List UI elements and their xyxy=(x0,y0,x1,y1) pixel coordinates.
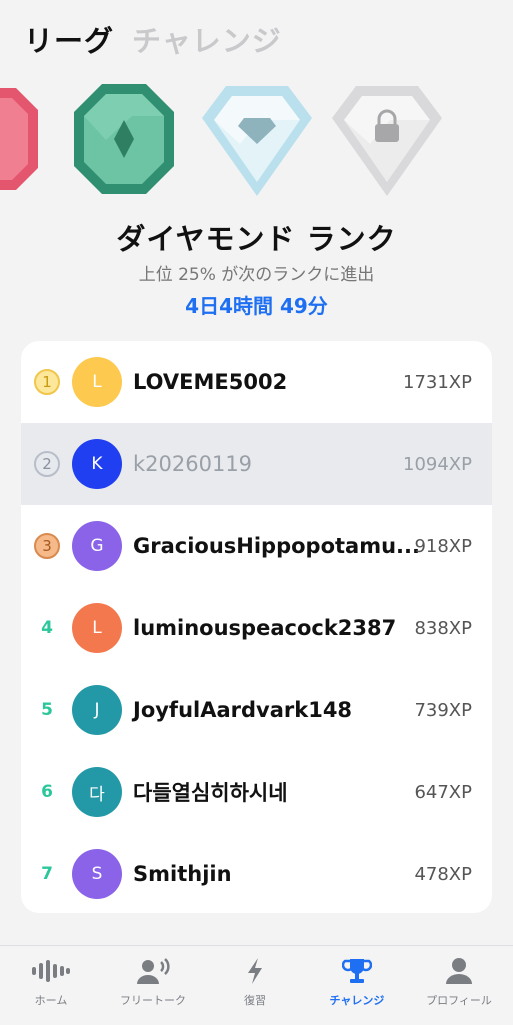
league-tabs: リーグ チャレンジ xyxy=(24,18,282,60)
rank-number: 7 xyxy=(41,864,53,884)
nav-free-talk[interactable]: フリートーク xyxy=(102,946,204,1025)
league-badges xyxy=(0,80,513,200)
nav-label: プロフィール xyxy=(426,994,492,1007)
username: 다들열심히하시네 xyxy=(133,781,288,805)
ruby-badge-icon xyxy=(0,88,38,190)
nav-label: ホーム xyxy=(34,994,68,1007)
avatar: S xyxy=(72,849,122,899)
rank-subtitle: 上位 25% が次のランクに進出 xyxy=(138,265,375,285)
xp-value: 1731XP xyxy=(403,371,472,393)
xp-value: 478XP xyxy=(414,863,472,885)
leaderboard-row[interactable]: 6 다 다들열심히하시네 647XP xyxy=(21,751,492,833)
username: GraciousHippopotamu... xyxy=(133,534,420,558)
leaderboard-row-current-user[interactable]: 2 K k20260119 1094XP xyxy=(21,423,492,505)
avatar: G xyxy=(72,521,122,571)
nav-review[interactable]: 復習 xyxy=(204,946,306,1025)
username: LOVEME5002 xyxy=(133,370,288,394)
avatar: L xyxy=(72,357,122,407)
nav-profile[interactable]: プロフィール xyxy=(408,946,510,1025)
username: luminouspeacock2387 xyxy=(133,616,397,640)
rank-number: 4 xyxy=(41,618,53,638)
rank-number: 5 xyxy=(41,700,53,720)
avatar: K xyxy=(72,439,122,489)
leaderboard-row[interactable]: 1 L LOVEME5002 1731XP xyxy=(21,341,492,423)
leaderboard-row[interactable]: 5 J JoyfulAardvark148 739XP xyxy=(21,669,492,751)
bottom-nav: ホーム フリートーク 復習 チャレンジ プロフィール xyxy=(0,945,513,1025)
speaking-person-icon xyxy=(135,956,171,986)
emerald-badge-icon xyxy=(74,84,174,194)
rank-medal-silver: 2 xyxy=(32,449,62,479)
nav-label: フリートーク xyxy=(120,994,186,1007)
locked-badge-icon xyxy=(332,86,442,196)
leaderboard-row[interactable]: 3 G GraciousHippopotamu... 918XP xyxy=(21,505,492,587)
lightning-icon xyxy=(245,956,265,986)
nav-label: チャレンジ xyxy=(329,994,385,1007)
xp-value: 838XP xyxy=(414,617,472,639)
person-icon xyxy=(444,956,474,986)
avatar: 다 xyxy=(72,767,122,817)
xp-value: 918XP xyxy=(414,535,472,557)
xp-value: 739XP xyxy=(414,699,472,721)
rank-medal-bronze: 3 xyxy=(32,531,62,561)
xp-value: 1094XP xyxy=(403,453,472,475)
waveform-icon xyxy=(31,956,71,986)
rank-title: ダイヤモンド ランク xyxy=(116,222,397,256)
tab-challenge[interactable]: チャレンジ xyxy=(132,18,282,60)
avatar: L xyxy=(72,603,122,653)
nav-challenge[interactable]: チャレンジ xyxy=(306,946,408,1025)
username: JoyfulAardvark148 xyxy=(133,698,353,722)
xp-value: 647XP xyxy=(414,781,472,803)
rank-timer: 4日4時間 49分 xyxy=(185,294,328,318)
leaderboard-row[interactable]: 7 S Smithjin 478XP xyxy=(21,833,492,913)
nav-label: 復習 xyxy=(244,994,266,1007)
avatar: J xyxy=(72,685,122,735)
rank-medal-gold: 1 xyxy=(32,367,62,397)
leaderboard-row[interactable]: 4 L luminouspeacock2387 838XP xyxy=(21,587,492,669)
diamond-badge-icon xyxy=(202,86,312,196)
nav-home[interactable]: ホーム xyxy=(0,946,102,1025)
rank-number: 6 xyxy=(41,782,53,802)
username: k20260119 xyxy=(133,452,253,476)
leaderboard: 1 L LOVEME5002 1731XP 2 K k20260119 1094… xyxy=(21,341,492,913)
username: Smithjin xyxy=(133,862,232,886)
tab-league[interactable]: リーグ xyxy=(24,18,114,60)
trophy-icon xyxy=(342,956,372,986)
